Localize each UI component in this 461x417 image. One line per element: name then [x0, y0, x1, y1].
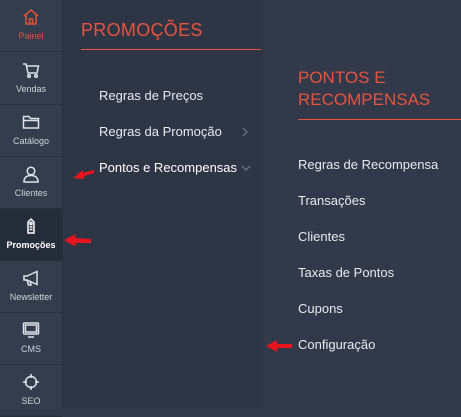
sidebar-item-promocoes[interactable]: Promoções [0, 209, 62, 261]
submenu-item-taxas-pontos[interactable]: Taxas de Pontos [298, 265, 394, 280]
home-icon [23, 9, 39, 25]
promocoes-title: PROMOÇÕES [81, 20, 203, 40]
promocoes-submenu [63, 0, 263, 409]
crosshair-icon [23, 374, 39, 390]
chevron-right-icon [242, 127, 248, 137]
sidebar-item-vendas[interactable]: Vendas [0, 53, 62, 105]
pontos-recompensas-title: PONTOS E RECOMPENSAS [298, 67, 430, 111]
sidebar-item-label: Newsletter [9, 292, 53, 302]
sidebar-item-label: Painel [18, 31, 44, 41]
submenu-item-transacoes[interactable]: Transações [298, 193, 365, 208]
pontos-title-line1: PONTOS E [298, 68, 386, 87]
sidebar-item-label: Vendas [15, 84, 47, 94]
menu-item-regras-precos[interactable]: Regras de Preços [99, 88, 203, 103]
sidebar-item-label: Catálogo [12, 136, 50, 146]
sidebar-item-label: CMS [21, 344, 41, 354]
sidebar-item-cms[interactable]: CMS [0, 313, 62, 365]
sidebar-item-label: SEO [21, 396, 41, 406]
sidebar-item-painel[interactable]: Painel [0, 0, 62, 52]
sidebar-item-newsletter[interactable]: Newsletter [0, 261, 62, 313]
pontos-title-line2: RECOMPENSAS [298, 90, 431, 109]
sidebar-item-label: Promoções [6, 240, 56, 250]
sidebar-item-clientes[interactable]: Clientes [0, 157, 62, 209]
pontos-title-underline [298, 119, 461, 120]
annotation-arrow-icon [73, 170, 94, 179]
menu-item-regras-promocao[interactable]: Regras da Promoção [99, 124, 222, 139]
promocoes-title-underline [81, 49, 261, 50]
menu-item-pontos-recompensas[interactable]: Pontos e Recompensas [99, 160, 237, 175]
user-icon [23, 166, 39, 183]
monitor-icon [22, 322, 40, 338]
chevron-down-icon [241, 165, 251, 171]
sidebar-item-catalogo[interactable]: Catálogo [0, 105, 62, 157]
sidebar-item-seo[interactable]: SEO [0, 365, 62, 417]
submenu-item-clientes[interactable]: Clientes [298, 229, 345, 244]
submenu-item-cupons[interactable]: Cupons [298, 301, 343, 316]
annotation-arrow-icon [64, 234, 91, 247]
cart-icon [23, 63, 40, 79]
folder-icon [22, 115, 40, 129]
submenu-item-configuracao[interactable]: Configuração [298, 337, 375, 352]
sidebar-item-label: Clientes [14, 188, 48, 198]
annotation-arrow-icon [266, 340, 292, 352]
megaphone-icon [23, 270, 38, 286]
tag-icon [27, 217, 35, 234]
main-sidebar: Painel Vendas Catálogo Clientes Promoçõe… [0, 0, 63, 417]
submenu-item-regras-recompensa[interactable]: Regras de Recompensa [298, 157, 438, 172]
